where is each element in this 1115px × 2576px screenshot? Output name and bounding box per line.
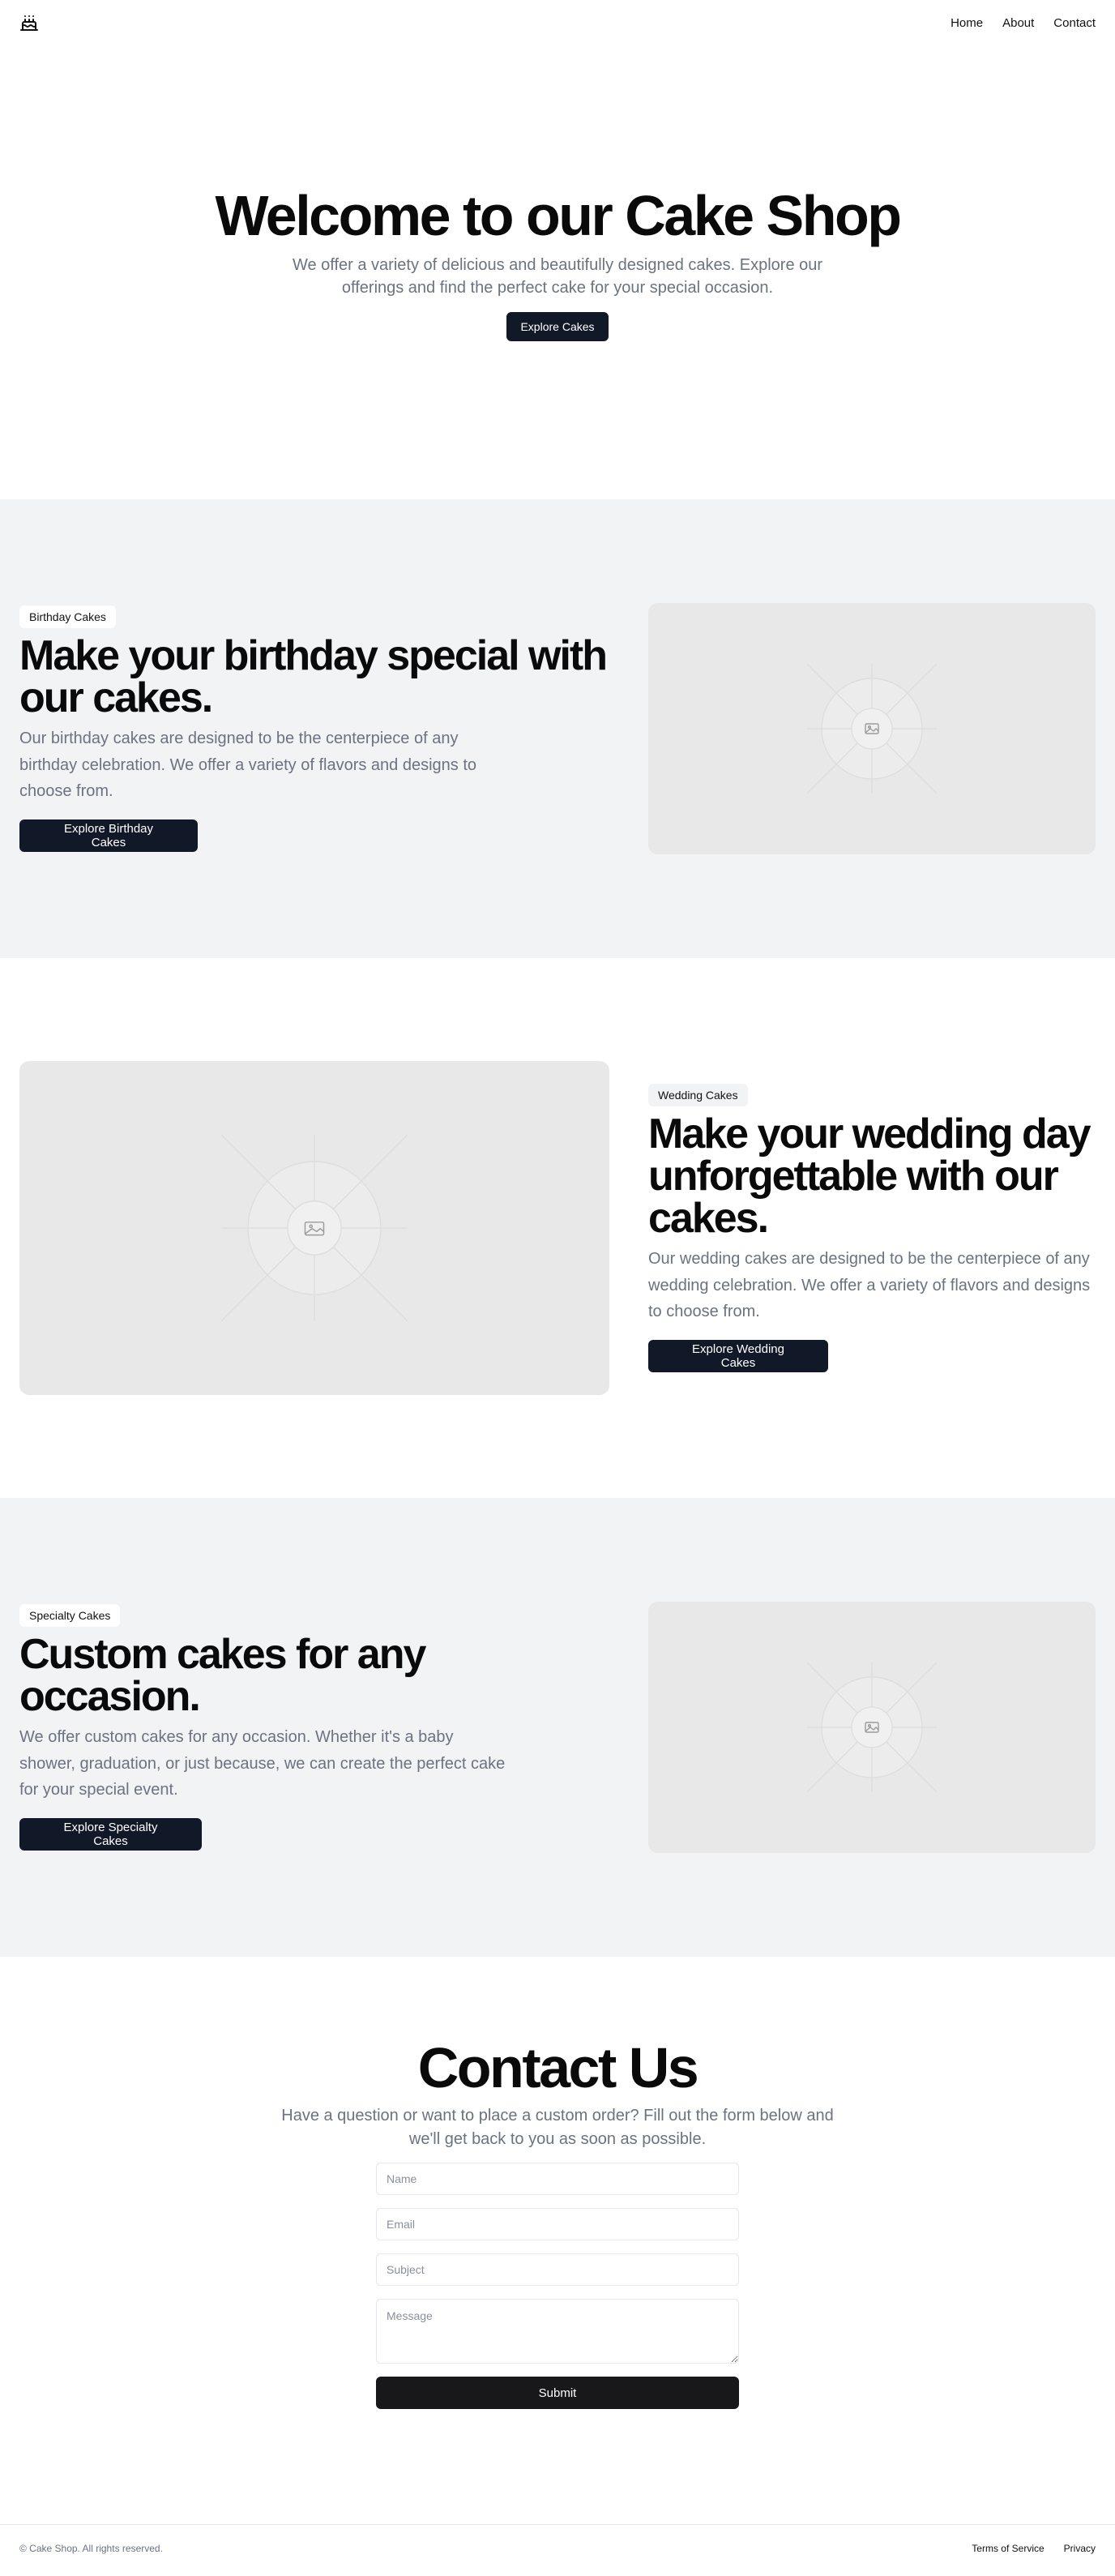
image-placeholder-icon [221,1135,408,1321]
name-field[interactable] [376,2163,739,2195]
specialty-section: Specialty Cakes Custom cakes for any occ… [0,1498,1115,1957]
wedding-badge: Wedding Cakes [648,1084,748,1107]
specialty-badge: Specialty Cakes [19,1604,121,1628]
wedding-title: Make your wedding day unforgettable with… [648,1110,1092,1243]
birthday-text: Birthday Cakes Make your birthday specia… [19,605,609,852]
explore-birthday-cakes-button[interactable]: Explore Birthday Cakes [19,819,198,852]
footer-link-privacy[interactable]: Privacy [1064,2543,1096,2554]
contact-title: Contact Us [417,2036,699,2099]
contact-section: Contact Us Have a question or want to pl… [0,1957,1115,2524]
specialty-title: Custom cakes for any occasion. [19,1631,426,1721]
specialty-description: We offer custom cakes for any occasion. … [19,1728,506,1799]
copyright-text: © Cake Shop. All rights reserved. [19,2542,163,2554]
nav-link-home[interactable]: Home [951,16,983,30]
image-placeholder-icon [807,1662,937,1792]
image-placeholder-icon [807,664,937,794]
site-footer: © Cake Shop. All rights reserved. Terms … [0,2524,1115,2571]
contact-form: Submit [376,2163,739,2409]
nav-link-about[interactable]: About [1002,16,1034,30]
explore-specialty-cakes-button[interactable]: Explore Specialty Cakes [19,1817,202,1851]
wedding-description: Our wedding cakes are designed to be the… [648,1250,1091,1321]
email-field[interactable] [376,2208,739,2240]
contact-description: Have a question or want to place a custo… [281,2107,834,2148]
main-nav: Home About Contact [951,16,1096,30]
wedding-text: Wedding Cakes Make your wedding day unfo… [648,1084,1096,1372]
footer-link-terms[interactable]: Terms of Service [972,2543,1044,2554]
message-field[interactable] [376,2299,739,2364]
hero-section: Welcome to our Cake Shop We offer a vari… [0,45,1115,499]
birthday-title: Make your birthday special with our cake… [19,632,608,722]
submit-button[interactable]: Submit [376,2377,739,2409]
site-header: Home About Contact [0,0,1115,45]
birthday-description: Our birthday cakes are designed to be th… [19,730,477,801]
birthday-badge: Birthday Cakes [19,605,116,629]
wedding-image [19,1061,609,1395]
specialty-text: Specialty Cakes Custom cakes for any occ… [19,1604,609,1851]
footer-nav: Terms of Service Privacy [972,2543,1096,2554]
specialty-image [648,1602,1096,1853]
explore-wedding-cakes-button[interactable]: Explore Wedding Cakes [648,1339,828,1372]
explore-cakes-button[interactable]: Explore Cakes [506,312,609,341]
nav-link-contact[interactable]: Contact [1053,16,1096,30]
birthday-section: Birthday Cakes Make your birthday specia… [0,499,1115,958]
hero-description: We offer a variety of delicious and beau… [292,256,823,297]
cake-icon[interactable] [19,13,39,32]
hero-title: Welcome to our Cake Shop [215,184,902,247]
subject-field[interactable] [376,2253,739,2286]
wedding-section: Wedding Cakes Make your wedding day unfo… [0,958,1115,1498]
birthday-image [648,603,1096,854]
